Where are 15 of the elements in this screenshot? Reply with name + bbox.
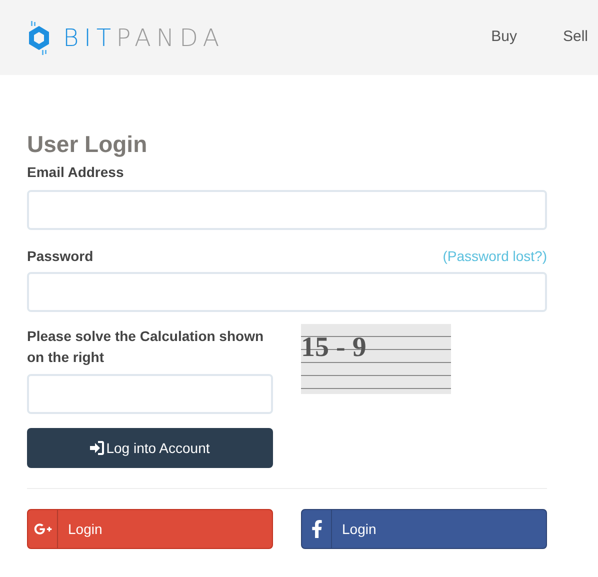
sign-in-icon bbox=[90, 441, 104, 455]
password-field[interactable] bbox=[27, 272, 547, 312]
account-submit-button[interactable]: Log into Account bbox=[27, 428, 273, 468]
facebook-login-button[interactable]: Login bbox=[301, 509, 547, 549]
page-title: User Login bbox=[27, 130, 148, 158]
field-label: Email Address bbox=[27, 163, 125, 182]
hexagon-logo-icon bbox=[27, 20, 51, 56]
google-login-button[interactable]: Login bbox=[27, 509, 273, 549]
nav-link[interactable]: Buy bbox=[491, 26, 517, 49]
captcha-label: Please solve the Calculation shown on the right bbox=[27, 327, 265, 367]
field-label: Password bbox=[27, 247, 94, 266]
nav-link[interactable]: Sell bbox=[562, 26, 588, 49]
logo-text: BIT PANDA bbox=[63, 22, 224, 54]
email-field[interactable] bbox=[27, 190, 547, 230]
captcha-field[interactable] bbox=[27, 374, 273, 414]
